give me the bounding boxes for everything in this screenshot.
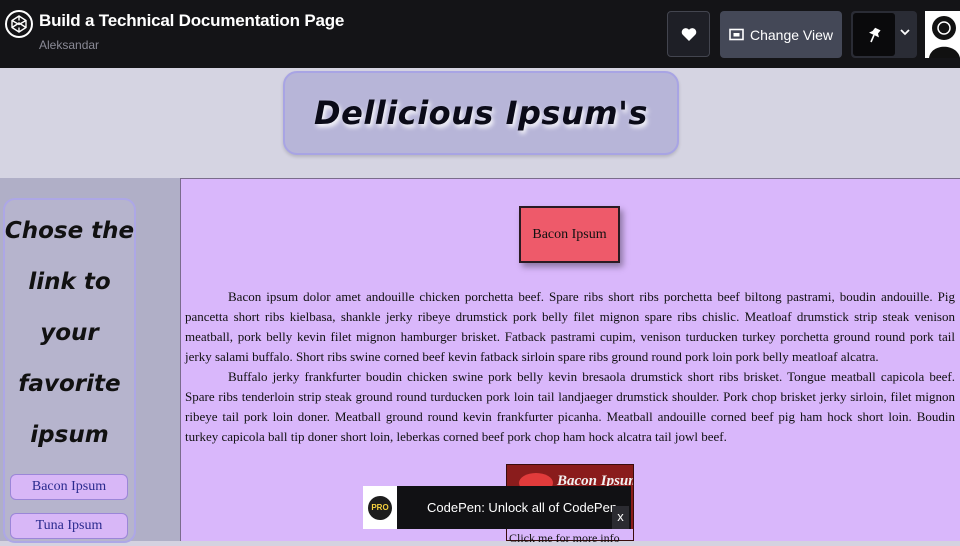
- pin-icon: [869, 27, 881, 42]
- pin-button[interactable]: [853, 13, 895, 56]
- section-paragraph: Buffalo jerky frankfurter boudin chicken…: [185, 369, 955, 444]
- nav-heading-line: favorite: [18, 371, 121, 397]
- nav-link-bacon-ipsum[interactable]: Bacon Ipsum: [10, 474, 128, 500]
- codepen-topbar: Build a Technical Documentation Page Ale…: [0, 0, 960, 68]
- pen-author[interactable]: Aleksandar: [39, 38, 99, 52]
- user-avatar[interactable]: [925, 11, 960, 58]
- codepen-logo-icon[interactable]: [4, 9, 34, 39]
- nav-heading-line: ipsum: [30, 422, 109, 448]
- nav-heading: Chose the link to your favorite ipsum: [3, 206, 136, 461]
- page-title: Dellicious Ipsum's: [314, 94, 648, 132]
- promo-text: CodePen: Unlock all of CodePen: [427, 500, 618, 515]
- image-caption[interactable]: Click me for more info: [509, 531, 620, 546]
- section-header-bacon-ipsum[interactable]: Bacon Ipsum: [519, 206, 620, 263]
- nav-heading-line: Chose the: [4, 218, 135, 244]
- like-button[interactable]: [667, 11, 710, 57]
- pin-button-group[interactable]: [851, 11, 917, 58]
- nav-heading-line: your: [40, 320, 99, 346]
- header-box: Dellicious Ipsum's: [283, 71, 679, 155]
- pro-badge-icon: PRO: [363, 486, 397, 529]
- nav-link-tuna-ipsum[interactable]: Tuna Ipsum: [10, 513, 128, 539]
- layout-icon: [729, 28, 744, 41]
- change-view-label: Change View: [749, 26, 834, 43]
- nav-heading-line: link to: [28, 269, 111, 295]
- heart-icon: [681, 27, 696, 41]
- avatar-icon: [925, 11, 960, 58]
- pen-title[interactable]: Build a Technical Documentation Page: [39, 11, 344, 31]
- chevron-down-icon[interactable]: [899, 26, 911, 38]
- section-paragraph: Bacon ipsum dolor amet andouille chicken…: [185, 289, 955, 364]
- pro-badge-text: PRO: [368, 495, 392, 520]
- change-view-button[interactable]: Change View: [720, 11, 842, 58]
- codepen-pro-promo[interactable]: PRO CodePen: Unlock all of CodePen: [363, 486, 631, 529]
- promo-close-button[interactable]: x: [612, 506, 629, 529]
